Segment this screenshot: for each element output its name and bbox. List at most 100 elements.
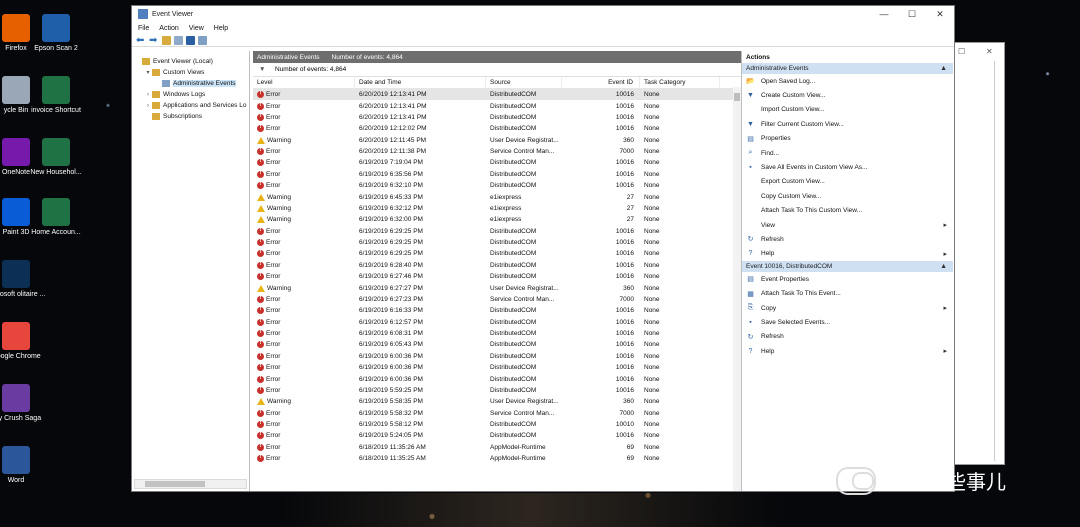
tree-node[interactable]: Administrative Events: [132, 78, 249, 89]
table-row[interactable]: Error 6/18/2019 11:35:25 AM AppModel-Runti…: [253, 453, 741, 464]
menu-file[interactable]: File: [138, 25, 149, 32]
background-window-scrollbar[interactable]: [994, 61, 1004, 461]
table-row[interactable]: Warning 6/19/2019 6:27:27 PM User Device R…: [253, 282, 741, 293]
events-vertical-scrollbar[interactable]: [733, 87, 741, 491]
desktop-icon[interactable]: New Househol...: [26, 138, 86, 177]
action-item[interactable]: ↻ Refresh: [742, 232, 953, 246]
tree-node[interactable]: Event Viewer (Local): [132, 56, 249, 67]
collapse-icon[interactable]: ▲: [940, 263, 947, 270]
desktop-icon[interactable]: Epson Scan 2: [26, 14, 86, 53]
action-item[interactable]: Copy Custom View...: [742, 189, 953, 203]
column-event-id[interactable]: Event ID: [562, 77, 640, 88]
action-item[interactable]: 📂 Open Saved Log...: [742, 74, 953, 88]
maximize-button[interactable]: ☐: [898, 9, 926, 20]
table-row[interactable]: Error 6/19/2019 6:29:25 PM DistributedCOM 1…: [253, 237, 741, 248]
forward-arrow-icon[interactable]: ➡: [149, 35, 159, 45]
action-item[interactable]: Export Custom View...: [742, 175, 953, 189]
desktop-icon[interactable]: Google Chrome: [0, 322, 46, 361]
table-row[interactable]: Error 6/19/2019 6:00:36 PM DistributedCOM 1…: [253, 362, 741, 373]
table-row[interactable]: Error 6/18/2019 11:35:26 AM AppModel-Runti…: [253, 442, 741, 453]
table-row[interactable]: Error 6/19/2019 6:29:25 PM DistributedCOM 1…: [253, 226, 741, 237]
table-row[interactable]: Error 6/19/2019 5:59:25 PM DistributedCOM 1…: [253, 385, 741, 396]
column-source[interactable]: Source: [486, 77, 562, 88]
column-level[interactable]: Level: [253, 77, 355, 88]
action-item[interactable]: ▪ Save Selected Events...: [742, 315, 953, 329]
table-row[interactable]: Error 6/19/2019 6:27:23 PM Service Control…: [253, 294, 741, 305]
action-item[interactable]: ⌕ Find...: [742, 146, 953, 160]
action-item[interactable]: ▤ Properties: [742, 132, 953, 146]
table-row[interactable]: Error 6/19/2019 6:29:25 PM DistributedCOM 1…: [253, 248, 741, 259]
action-item[interactable]: Attach Task To This Custom View...: [742, 204, 953, 218]
column-task-category[interactable]: Task Category: [640, 77, 720, 88]
desktop-icon[interactable]: Word: [0, 446, 46, 485]
action-item[interactable]: Import Custom View...: [742, 103, 953, 117]
close-icon[interactable]: ✕: [986, 47, 993, 56]
table-row[interactable]: Warning 6/19/2019 5:58:35 PM User Device R…: [253, 396, 741, 407]
action-item[interactable]: ? Help ▸: [742, 247, 953, 261]
table-row[interactable]: Error 6/19/2019 5:58:12 PM DistributedCOM 1…: [253, 419, 741, 430]
column-date[interactable]: Date and Time: [355, 77, 486, 88]
table-row[interactable]: Error 6/19/2019 6:16:33 PM DistributedCOM 1…: [253, 305, 741, 316]
table-row[interactable]: Error 6/19/2019 6:12:57 PM DistributedCOM 1…: [253, 317, 741, 328]
table-row[interactable]: Error 6/19/2019 6:00:36 PM DistributedCOM 1…: [253, 373, 741, 384]
menu-view[interactable]: View: [189, 25, 204, 32]
table-row[interactable]: Error 6/20/2019 12:13:41 PM DistributedCOM…: [253, 100, 741, 111]
table-row[interactable]: Error 6/19/2019 5:24:05 PM DistributedCOM 1…: [253, 430, 741, 441]
desktop-icon[interactable]: Home Accoun...: [26, 198, 86, 237]
action-item[interactable]: ▤ Event Properties: [742, 272, 953, 286]
action-item[interactable]: ⎘ Copy ▸: [742, 301, 953, 315]
folder-icon[interactable]: [162, 35, 171, 45]
tree-horizontal-scrollbar[interactable]: [134, 479, 247, 489]
table-row[interactable]: Warning 6/20/2019 12:11:45 PM User Device …: [253, 135, 741, 146]
action-item[interactable]: ▼ Filter Current Custom View...: [742, 117, 953, 131]
title-bar[interactable]: Event Viewer — ☐ ✕: [132, 6, 954, 22]
minimize-button[interactable]: —: [870, 9, 898, 20]
table-row[interactable]: Warning 6/19/2019 6:32:12 PM e1iexpress 27 N…: [253, 203, 741, 214]
help-icon[interactable]: [186, 35, 195, 45]
table-row[interactable]: Error 6/19/2019 5:58:32 PM Service Control…: [253, 408, 741, 419]
tree-node[interactable]: › Applications and Services Lo: [132, 100, 249, 111]
table-row[interactable]: Error 6/19/2019 6:35:56 PM DistributedCOM 1…: [253, 169, 741, 180]
action-item[interactable]: ▦ Attach Task To This Event...: [742, 286, 953, 300]
action-item[interactable]: ▪ Save All Events in Custom View As...: [742, 160, 953, 174]
table-row[interactable]: Error 6/20/2019 12:11:38 PM Service Contro…: [253, 146, 741, 157]
table-row[interactable]: Error 6/19/2019 6:00:36 PM DistributedCOM 1…: [253, 351, 741, 362]
table-row[interactable]: Error 6/19/2019 6:27:46 PM DistributedCOM 1…: [253, 271, 741, 282]
scroll-thumb[interactable]: [734, 93, 740, 101]
collapse-icon[interactable]: ▲: [940, 65, 947, 72]
table-row[interactable]: Error 6/19/2019 6:32:10 PM DistributedCOM 1…: [253, 180, 741, 191]
table-row[interactable]: Error 6/20/2019 12:13:41 PM DistributedCOM…: [253, 112, 741, 123]
action-item[interactable]: ↻ Refresh: [742, 330, 953, 344]
menu-action[interactable]: Action: [159, 25, 178, 32]
actions-section-header[interactable]: Administrative Events ▲: [742, 63, 953, 74]
table-row[interactable]: Warning 6/19/2019 6:32:00 PM e1iexpress 27 N…: [253, 214, 741, 225]
action-item[interactable]: ? Help ▸: [742, 344, 953, 358]
action-item[interactable]: View ▸: [742, 218, 953, 232]
tree-node[interactable]: ▾ Custom Views: [132, 67, 249, 78]
desktop-icon[interactable]: invoice Shortcut: [26, 76, 86, 115]
table-row[interactable]: Warning 6/19/2019 6:45:33 PM e1iexpress 27 N…: [253, 191, 741, 202]
tree-expander-icon[interactable]: ▾: [144, 69, 152, 76]
background-window[interactable]: ☐ ✕: [953, 42, 1005, 465]
actions-section-header[interactable]: Event 10016, DistributedCOM ▲: [742, 261, 953, 273]
table-row[interactable]: Error 6/19/2019 6:05:43 PM DistributedCOM 1…: [253, 339, 741, 350]
table-row[interactable]: Error 6/19/2019 7:19:04 PM DistributedCOM 1…: [253, 157, 741, 168]
tree-node[interactable]: Subscriptions: [132, 111, 249, 122]
desktop-icon[interactable]: ndy Crush Saga: [0, 384, 46, 423]
tree-expander-icon[interactable]: ›: [144, 92, 152, 98]
tree-node[interactable]: › Windows Logs: [132, 89, 249, 100]
minimize-icon[interactable]: ☐: [958, 47, 965, 56]
close-button[interactable]: ✕: [926, 9, 954, 20]
table-row[interactable]: Error 6/20/2019 12:13:41 PM DistributedCOM…: [253, 89, 741, 101]
back-arrow-icon[interactable]: ⬅: [136, 35, 146, 45]
scroll-thumb[interactable]: [145, 481, 205, 487]
table-row[interactable]: Error 6/19/2019 6:08:31 PM DistributedCOM 1…: [253, 328, 741, 339]
desktop-icon[interactable]: Microsoft olitaire ...: [0, 260, 46, 299]
table-row[interactable]: Error 6/20/2019 12:12:02 PM DistributedCOM…: [253, 123, 741, 134]
table-row[interactable]: Error 6/19/2019 6:28:40 PM DistributedCOM 1…: [253, 260, 741, 271]
tree-expander-icon[interactable]: ›: [144, 103, 152, 109]
console-tree-icon[interactable]: [174, 35, 183, 45]
properties-icon[interactable]: [198, 35, 207, 45]
menu-help[interactable]: Help: [214, 25, 228, 32]
action-item[interactable]: ▼ Create Custom View...: [742, 88, 953, 102]
